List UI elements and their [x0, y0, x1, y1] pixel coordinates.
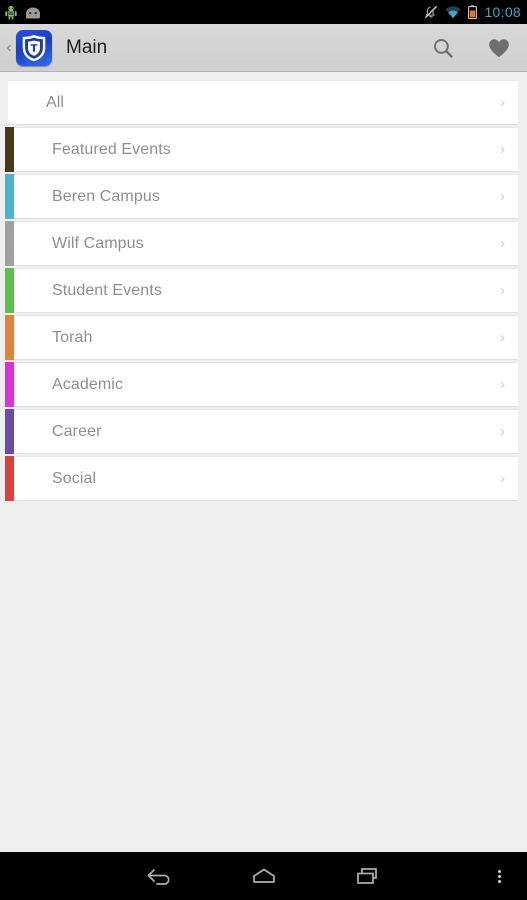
category-row[interactable]: Social ›	[0, 456, 527, 501]
chevron-right-icon: ›	[500, 423, 505, 440]
page-title: Main	[66, 36, 108, 58]
back-arrow-icon	[147, 869, 169, 885]
chevron-right-icon: ›	[500, 94, 505, 111]
chevron-right-icon: ›	[500, 282, 505, 299]
chevron-right-icon: ›	[500, 376, 505, 393]
category-label: Career	[52, 422, 102, 440]
category-color-bar	[5, 409, 14, 454]
search-icon	[434, 38, 453, 58]
nav-home-button[interactable]	[249, 865, 279, 887]
overflow-dots-icon	[497, 868, 501, 885]
category-row[interactable]: Beren Campus ›	[0, 174, 527, 219]
app-screen: 10:08 ‹ Main All › Featured Events › Ber…	[0, 0, 527, 900]
category-list: All › Featured Events › Beren Campus › Wilf Ca…	[0, 72, 527, 503]
category-label: Beren Campus	[52, 187, 160, 205]
chevron-right-icon: ›	[500, 235, 505, 252]
category-row[interactable]: Torah ›	[0, 315, 527, 360]
yeshiva-university-shield-logo[interactable]	[16, 29, 52, 66]
category-label: Student Events	[52, 281, 162, 299]
category-card[interactable]: Career ›	[14, 409, 518, 454]
recent-apps-icon	[356, 868, 377, 884]
chevron-right-icon: ›	[500, 470, 505, 487]
category-label: Torah	[52, 328, 93, 346]
action-bar-actions	[415, 24, 527, 72]
category-card[interactable]: Beren Campus ›	[14, 174, 518, 219]
category-row[interactable]: Career ›	[0, 409, 527, 454]
category-card[interactable]: Torah ›	[14, 315, 518, 360]
wifi-icon	[445, 5, 461, 18]
category-label: Wilf Campus	[52, 234, 144, 252]
battery-low-icon	[468, 5, 478, 19]
category-color-bar	[5, 362, 14, 407]
category-label: Featured Events	[52, 140, 171, 158]
home-icon	[252, 868, 275, 883]
shield-icon	[22, 34, 46, 61]
category-color-bar	[5, 268, 14, 313]
favorites-button[interactable]	[471, 24, 527, 72]
category-color-bar	[5, 315, 14, 360]
category-label: Social	[52, 469, 97, 487]
category-row[interactable]: Featured Events ›	[0, 127, 527, 172]
category-card[interactable]: Academic ›	[14, 362, 518, 407]
category-card[interactable]: Featured Events ›	[14, 127, 518, 172]
category-card[interactable]: Wilf Campus ›	[14, 221, 518, 266]
empty-content-area	[0, 503, 527, 852]
category-card[interactable]: All ›	[8, 80, 518, 125]
system-navigation-bar	[0, 852, 527, 900]
android-robot-icon	[5, 5, 17, 20]
chevron-right-icon: ›	[500, 188, 505, 205]
category-card[interactable]: Social ›	[14, 456, 518, 501]
status-notification-icons	[4, 5, 41, 20]
android-head-icon	[26, 7, 40, 18]
category-color-bar	[5, 174, 14, 219]
category-color-bar	[5, 221, 14, 266]
category-color-bar	[5, 456, 14, 501]
category-row[interactable]: Wilf Campus ›	[0, 221, 527, 266]
status-clock: 10:08	[484, 4, 521, 20]
nav-recents-button[interactable]	[353, 865, 383, 887]
chevron-right-icon: ›	[500, 141, 505, 158]
silent-mode-icon	[425, 5, 438, 19]
category-row[interactable]: All ›	[0, 80, 527, 125]
up-navigation-chevron-icon[interactable]: ‹	[2, 40, 16, 55]
heart-icon	[489, 38, 509, 57]
nav-overflow-menu-button[interactable]	[471, 852, 527, 900]
category-label: All	[46, 93, 65, 111]
category-row[interactable]: Academic ›	[0, 362, 527, 407]
category-color-bar	[5, 127, 14, 172]
status-bar: 10:08	[0, 0, 527, 24]
category-row[interactable]: Student Events ›	[0, 268, 527, 313]
category-card[interactable]: Student Events ›	[14, 268, 518, 313]
action-bar: ‹ Main	[0, 24, 527, 72]
status-system-icons: 10:08	[424, 4, 521, 20]
nav-button-group	[0, 852, 527, 900]
category-label: Academic	[52, 375, 124, 393]
chevron-right-icon: ›	[500, 329, 505, 346]
category-color-bar	[0, 80, 8, 125]
nav-back-button[interactable]	[145, 865, 175, 887]
search-button[interactable]	[415, 24, 471, 72]
